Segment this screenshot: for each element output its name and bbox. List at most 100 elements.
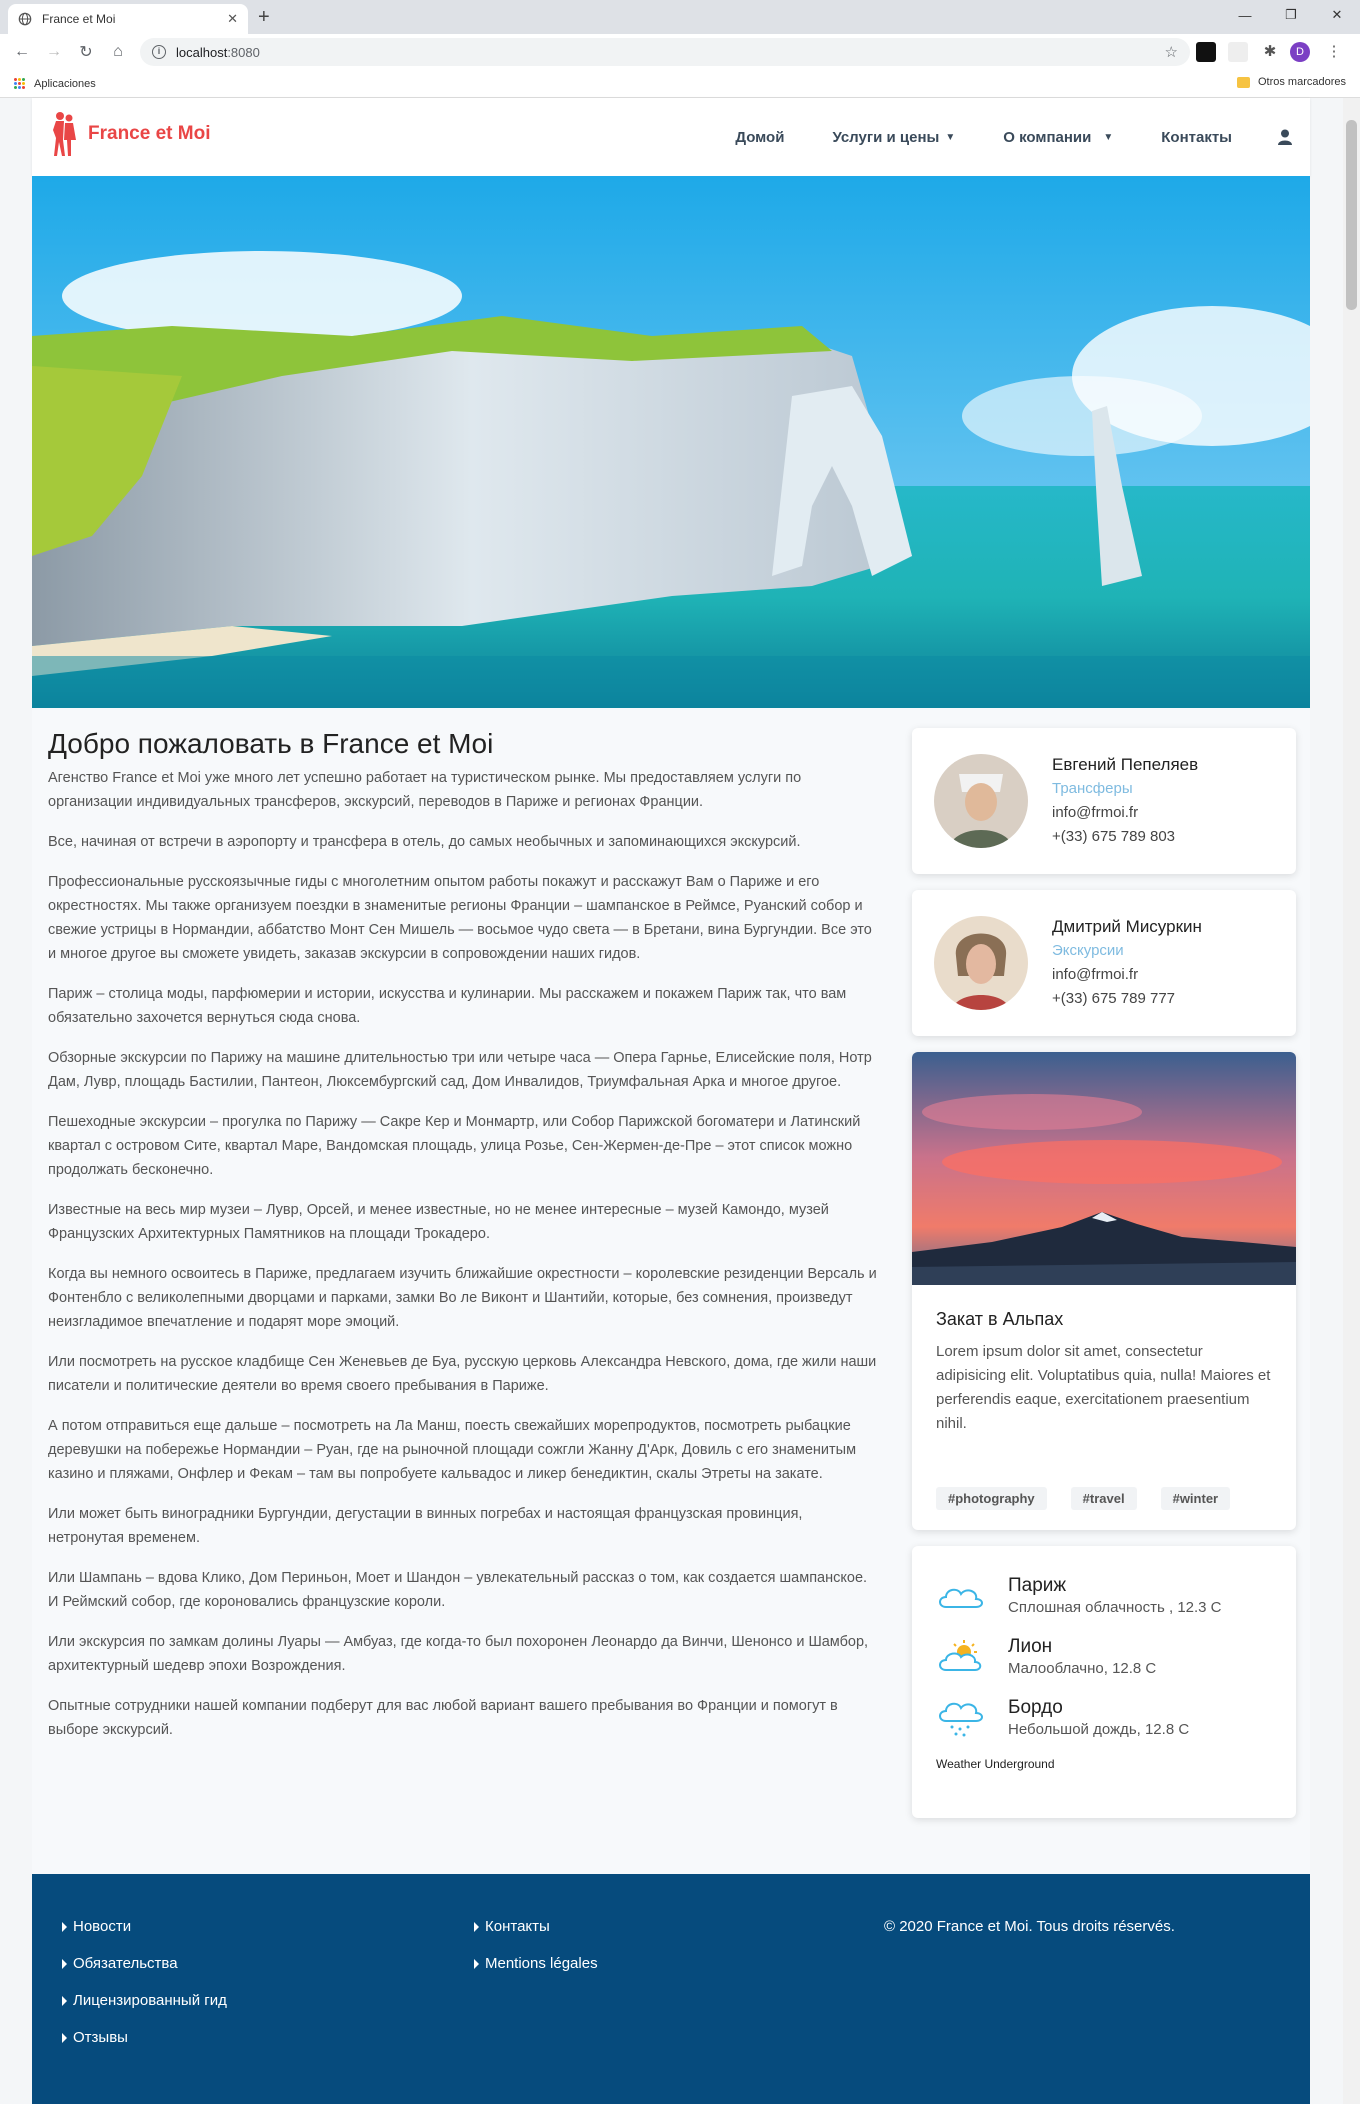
paragraph: Опытные сотрудники нашей компании подбер… xyxy=(48,1698,838,1738)
weather-city: Лион xyxy=(1008,1636,1053,1657)
tag[interactable]: #travel xyxy=(1070,1487,1137,1510)
rain-icon xyxy=(939,1702,983,1737)
cloud-icon xyxy=(939,1588,983,1608)
footer-link[interactable]: Mentions légales xyxy=(474,1955,598,1972)
paragraph: Или может быть виноградники Бургундии, д… xyxy=(48,1506,803,1546)
contact-email[interactable]: info@frmoi.fr xyxy=(1052,801,1198,825)
bookmark-other[interactable]: Otros marcadores xyxy=(1258,76,1346,88)
caret-down-icon: ▼ xyxy=(1103,131,1114,143)
user-icon[interactable] xyxy=(1278,129,1292,145)
nav-services[interactable]: Услуги и цены ▼ xyxy=(832,129,955,146)
footer-link[interactable]: Контакты xyxy=(474,1918,598,1935)
back-icon[interactable]: ← xyxy=(6,43,38,61)
triangle-right-icon xyxy=(62,2032,67,2043)
restore-icon[interactable]: ❐ xyxy=(1268,0,1314,30)
scrollbar-thumb[interactable] xyxy=(1346,120,1357,310)
paragraph: Обзорные экскурсии по Парижу на машине д… xyxy=(48,1050,872,1090)
scrollbar[interactable] xyxy=(1343,98,1360,2104)
browser-toolbar: ← → ↻ ⌂ i localhost:8080 ☆ ✱ D ⋮ xyxy=(0,34,1360,70)
apps-grid-icon[interactable] xyxy=(14,77,26,90)
nav-contacts-label: Контакты xyxy=(1161,128,1232,146)
contact-card: Евгений Пепеляев Трансферы info@frmoi.fr… xyxy=(912,728,1296,874)
page: France et Moi Домой Услуги и цены ▼ О ком… xyxy=(32,98,1310,2104)
bookmarks-bar: Aplicaciones Otros marcadores xyxy=(0,70,1360,98)
reload-icon[interactable]: ↻ xyxy=(70,42,102,62)
weather-widget: Париж Сплошная облачность , 12.3 C Лион … xyxy=(912,1546,1296,1818)
tab-close-icon[interactable]: ✕ xyxy=(227,11,238,27)
main-content: Добро пожаловать в France et Moi Агенств… xyxy=(48,728,878,1758)
navbar: France et Moi Домой Услуги и цены ▼ О ком… xyxy=(32,98,1310,176)
contact-role[interactable]: Трансферы xyxy=(1052,777,1198,801)
weather-row: Бордо Небольшой дождь, 12.8 C xyxy=(936,1696,1272,1740)
couple-logo-icon xyxy=(53,112,76,156)
nav-home[interactable]: Домой xyxy=(735,129,784,146)
extension-icon[interactable] xyxy=(1196,42,1216,62)
footer-link[interactable]: Новости xyxy=(62,1918,227,1935)
triangle-right-icon xyxy=(62,1958,67,1969)
paragraph: Профессиональные русскоязычные гиды с мн… xyxy=(48,874,872,962)
brand[interactable]: France et Moi xyxy=(50,110,210,158)
home-icon[interactable]: ⌂ xyxy=(102,43,134,61)
nav-services-label: Услуги и цены xyxy=(832,128,940,146)
nav-about[interactable]: О компании ▼ xyxy=(1003,129,1113,146)
contact-role[interactable]: Экскурсии xyxy=(1052,939,1202,963)
footer-link[interactable]: Лицензированный гид xyxy=(62,1992,227,2009)
paragraph: Или Шампань – вдова Клико, Дом Периньон,… xyxy=(48,1570,868,1610)
copyright: © 2020 France et Moi. Tous droits réserv… xyxy=(884,1918,1175,1935)
weather-desc: Небольшой дождь, 12.8 C xyxy=(1008,1721,1190,1738)
photo-text: Lorem ipsum dolor sit amet, consectetur … xyxy=(936,1343,1271,1432)
globe-icon xyxy=(18,12,32,26)
avatar xyxy=(934,916,1028,1010)
page-title: Добро пожаловать в France et Moi xyxy=(48,728,494,759)
bookmark-apps[interactable]: Aplicaciones xyxy=(34,78,96,90)
paragraph: Известные на весь мир музеи – Лувр, Орсе… xyxy=(48,1202,829,1242)
footer-link-label: Mentions légales xyxy=(485,1955,598,1972)
address-bar[interactable]: i localhost:8080 ☆ xyxy=(140,38,1190,66)
weather-desc: Малооблачно, 12.8 C xyxy=(1008,1660,1157,1677)
window-close-icon[interactable]: ✕ xyxy=(1314,0,1360,30)
puzzle-icon[interactable]: ✱ xyxy=(1260,42,1280,62)
weather-desc: Сплошная облачность , 12.3 C xyxy=(1008,1599,1222,1616)
tag[interactable]: #winter xyxy=(1160,1487,1231,1510)
browser-tab-bar: France et Moi ✕ + — ❐ ✕ xyxy=(0,0,1360,34)
nav-contacts[interactable]: Контакты xyxy=(1161,129,1232,146)
contact-phone[interactable]: +(33) 675 789 777 xyxy=(1052,987,1202,1011)
viewport: France et Moi Домой Услуги и цены ▼ О ком… xyxy=(0,98,1360,2104)
contact-email[interactable]: info@frmoi.fr xyxy=(1052,963,1202,987)
photo-card: Закат в Альпах Lorem ipsum dolor sit ame… xyxy=(912,1052,1296,1530)
avatar xyxy=(934,754,1028,848)
forward-icon[interactable]: → xyxy=(38,43,70,61)
nav-about-label: О компании xyxy=(1003,128,1092,146)
folder-icon xyxy=(1236,76,1250,88)
triangle-right-icon xyxy=(62,1921,67,1932)
hero-image xyxy=(32,176,1310,708)
paragraph: Агенство France et Moi уже много лет усп… xyxy=(48,770,802,810)
site-info-icon[interactable]: i xyxy=(152,45,166,59)
contact-phone[interactable]: +(33) 675 789 803 xyxy=(1052,825,1198,849)
footer-link[interactable]: Обязательства xyxy=(62,1955,227,1972)
weather-source[interactable]: Weather Underground xyxy=(936,1757,1272,1771)
url-host: localhost xyxy=(176,44,228,60)
url-port: :8080 xyxy=(227,44,260,60)
minimize-icon[interactable]: — xyxy=(1222,0,1268,30)
profile-avatar[interactable]: D xyxy=(1290,42,1310,62)
menu-icon[interactable]: ⋮ xyxy=(1324,42,1344,62)
alps-sunset-image xyxy=(912,1052,1296,1285)
tag[interactable]: #photography xyxy=(936,1487,1047,1510)
brand-name: France et Moi xyxy=(88,123,211,144)
footer-link-label: Обязательства xyxy=(73,1955,178,1972)
caret-down-icon: ▼ xyxy=(945,131,956,143)
extension-blank-icon[interactable] xyxy=(1228,42,1248,62)
bookmark-star-icon[interactable]: ☆ xyxy=(1165,43,1178,61)
sun-cloud-icon xyxy=(939,1640,982,1671)
paragraph: Париж – столица моды, парфюмерии и истор… xyxy=(48,986,847,1026)
footer-link[interactable]: Отзывы xyxy=(62,2029,227,2046)
browser-tab[interactable]: France et Moi ✕ xyxy=(8,4,248,34)
paragraph: Или экскурсия по замкам долины Луары — А… xyxy=(48,1634,869,1674)
new-tab-icon[interactable]: + xyxy=(258,4,270,30)
weather-row: Лион Малооблачно, 12.8 C xyxy=(936,1635,1272,1679)
footer-link-label: Отзывы xyxy=(73,2029,128,2046)
footer-link-label: Контакты xyxy=(485,1918,550,1935)
photo-title: Закат в Альпах xyxy=(936,1309,1064,1329)
triangle-right-icon xyxy=(62,1995,67,2006)
